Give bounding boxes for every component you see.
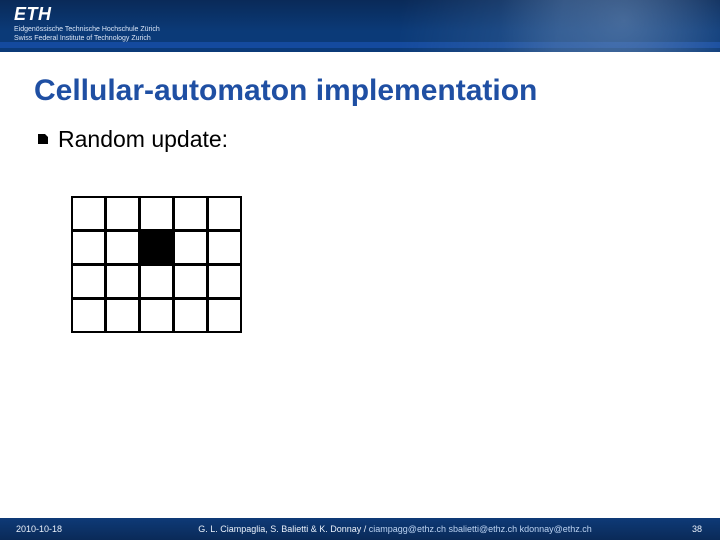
bullet-item: Random update:: [38, 126, 692, 153]
footer-emails: ciampagg@ethz.ch sbalietti@ethz.ch kdonn…: [369, 524, 592, 534]
grid-cell: [105, 264, 140, 299]
slide-content: Cellular-automaton implementation Random…: [0, 52, 720, 333]
footer-page-number: 38: [660, 524, 720, 534]
grid-cell: [173, 264, 208, 299]
grid-cell: [71, 230, 106, 265]
grid-cell: [139, 264, 174, 299]
footer-date: 2010-10-18: [0, 524, 130, 534]
grid-cell: [105, 230, 140, 265]
eth-logo-text: ETH: [14, 4, 160, 25]
eth-logo-block: ETH Eidgenössische Technische Hochschule…: [14, 4, 160, 43]
grid-cell: [207, 196, 242, 231]
grid-cell: [71, 264, 106, 299]
grid-cell: [105, 298, 140, 333]
header-banner: ETH Eidgenössische Technische Hochschule…: [0, 0, 720, 52]
cellular-automaton-grid-wrap: [72, 197, 692, 333]
grid-cell-filled: [139, 230, 174, 265]
grid-cell: [173, 230, 208, 265]
grid-cell: [71, 298, 106, 333]
cellular-automaton-grid: [72, 197, 242, 333]
slide-title: Cellular-automaton implementation: [34, 74, 692, 108]
eth-subline-en: Swiss Federal Institute of Technology Zu…: [14, 35, 160, 43]
bullet-text: Random update:: [58, 126, 228, 153]
grid-cell: [139, 298, 174, 333]
grid-cell: [173, 298, 208, 333]
grid-cell: [207, 264, 242, 299]
grid-cell: [207, 230, 242, 265]
grid-cell: [173, 196, 208, 231]
footer-credits: G. L. Ciampaglia, S. Balietti & K. Donna…: [130, 524, 660, 534]
slide-footer: 2010-10-18 G. L. Ciampaglia, S. Balietti…: [0, 518, 720, 540]
footer-authors: G. L. Ciampaglia, S. Balietti & K. Donna…: [198, 524, 366, 534]
grid-cell: [207, 298, 242, 333]
grid-cell: [71, 196, 106, 231]
grid-cell: [139, 196, 174, 231]
bullet-marker-icon: [38, 134, 48, 144]
grid-cell: [105, 196, 140, 231]
eth-subline-de: Eidgenössische Technische Hochschule Zür…: [14, 26, 160, 34]
